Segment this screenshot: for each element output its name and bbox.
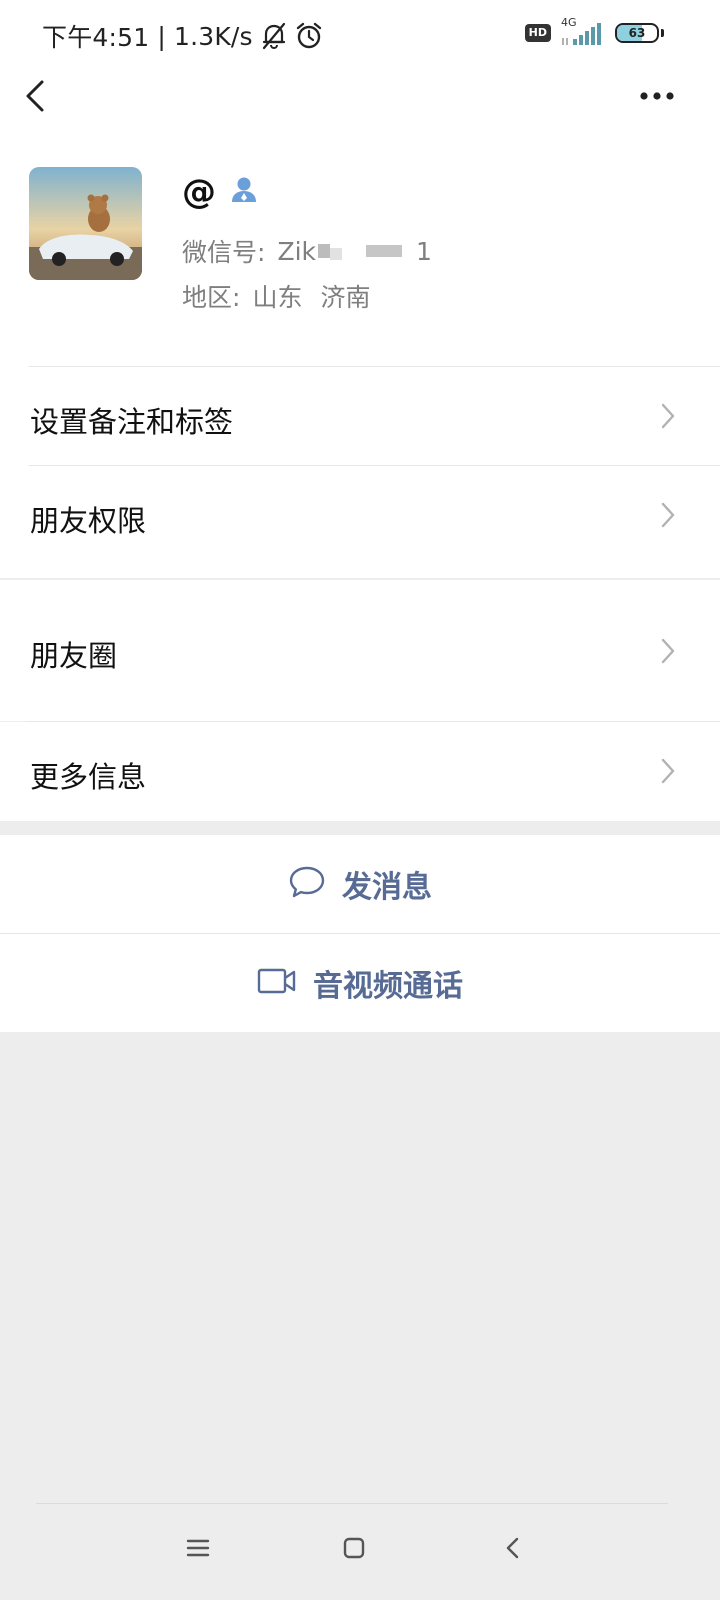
battery-icon: 63 bbox=[615, 23, 659, 43]
chat-bubble-icon bbox=[288, 865, 326, 903]
region-row: 地区: 山东 济南 bbox=[182, 278, 370, 314]
region-label: 地区: bbox=[182, 283, 241, 312]
region-province: 山东 bbox=[252, 283, 303, 312]
hd-badge: HD bbox=[524, 24, 551, 42]
wechat-id-label: 微信号: bbox=[182, 238, 266, 267]
back-icon[interactable] bbox=[500, 1534, 528, 1562]
status-time: 下午4:51 bbox=[42, 23, 150, 52]
video-call-label: 音视频通话 bbox=[313, 969, 463, 1004]
row-moments[interactable]: 朋友圈 bbox=[0, 580, 720, 721]
wechat-id-row: 微信号: Zik 1 bbox=[182, 233, 432, 269]
profile-name-row: @ bbox=[182, 172, 258, 212]
signal-icon: 4G bbox=[561, 16, 605, 46]
bell-muted-icon bbox=[261, 22, 287, 50]
chevron-right-icon bbox=[660, 757, 676, 785]
status-speed: 1.3K/s bbox=[173, 21, 253, 51]
row-friend-permissions-label: 朋友权限 bbox=[30, 504, 147, 538]
system-nav-divider bbox=[36, 1503, 668, 1504]
wechat-id-suffix: 1 bbox=[416, 236, 432, 266]
menu-icon[interactable] bbox=[184, 1534, 212, 1562]
status-bar: 下午4:51 | 1.3K/s HD 4G 63 bbox=[0, 0, 720, 70]
send-message-button[interactable]: 发消息 bbox=[0, 835, 720, 933]
status-right-group: HD 4G 63 bbox=[524, 16, 664, 46]
redaction-block bbox=[330, 248, 342, 260]
row-more-info-label: 更多信息 bbox=[30, 760, 147, 794]
redaction-block bbox=[318, 244, 330, 258]
row-moments-label: 朋友圈 bbox=[30, 639, 118, 673]
chevron-right-icon bbox=[660, 637, 676, 665]
battery-level: 63 bbox=[628, 26, 646, 40]
chevron-right-icon bbox=[660, 501, 676, 529]
chevron-left-icon[interactable] bbox=[22, 78, 52, 114]
region-city: 济南 bbox=[320, 283, 371, 312]
alarm-clock-icon bbox=[295, 22, 323, 50]
send-message-label: 发消息 bbox=[342, 870, 432, 905]
avatar[interactable] bbox=[29, 167, 142, 280]
row-more-info[interactable]: 更多信息 bbox=[0, 722, 720, 821]
redaction-block bbox=[366, 245, 402, 257]
video-camera-icon bbox=[257, 967, 297, 999]
more-horizontal-icon[interactable] bbox=[638, 88, 678, 104]
profile-name: @ bbox=[182, 172, 216, 212]
video-call-button[interactable]: 音视频通话 bbox=[0, 934, 720, 1032]
status-separator: | bbox=[157, 21, 166, 51]
chevron-right-icon bbox=[660, 402, 676, 430]
home-icon[interactable] bbox=[340, 1534, 368, 1562]
row-remark-tags-label: 设置备注和标签 bbox=[30, 405, 234, 439]
row-friend-permissions[interactable]: 朋友权限 bbox=[0, 466, 720, 565]
wechat-id-value: Zik bbox=[277, 236, 316, 266]
status-left-group: 下午4:51 | 1.3K/s bbox=[42, 18, 323, 54]
row-remark-tags[interactable]: 设置备注和标签 bbox=[0, 367, 720, 465]
person-icon bbox=[230, 172, 258, 212]
